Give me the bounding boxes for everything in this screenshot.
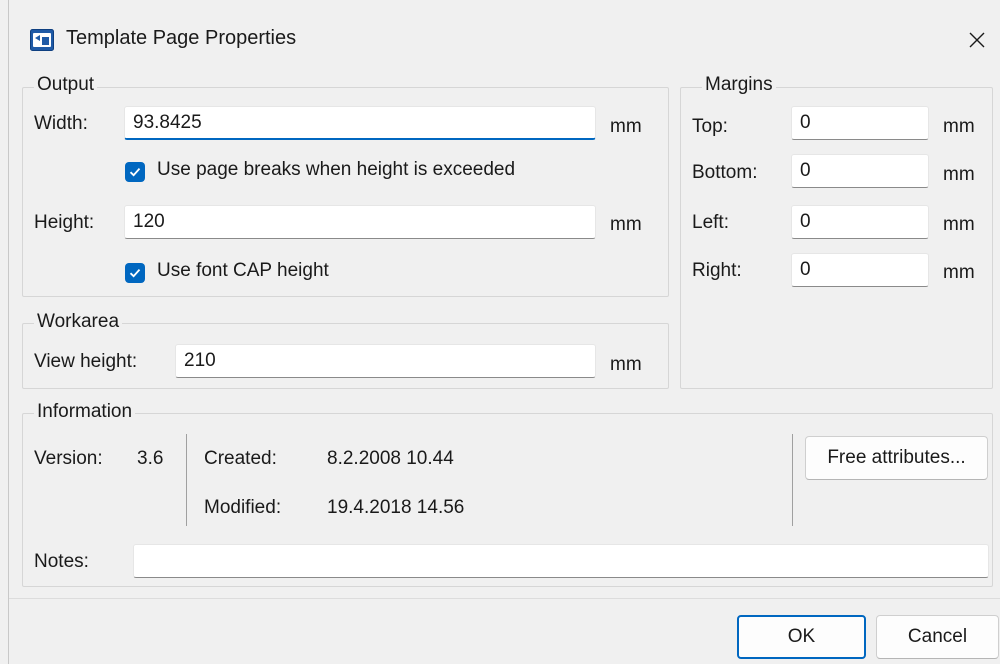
notes-label: Notes:	[34, 551, 89, 572]
right-margin-unit: mm	[943, 262, 975, 283]
width-input[interactable]	[124, 106, 596, 140]
width-unit: mm	[610, 116, 642, 137]
modified-value: 19.4.2018 14.56	[327, 497, 465, 518]
left-margin-unit: mm	[943, 214, 975, 235]
title-bar: Template Page Properties	[9, 0, 1000, 84]
template-page-properties-dialog: Template Page Properties Output Width: m…	[8, 0, 1000, 664]
info-separator-left	[186, 434, 187, 526]
created-value: 8.2.2008 10.44	[327, 448, 454, 469]
version-label: Version:	[34, 448, 103, 469]
close-icon[interactable]	[959, 22, 995, 58]
height-unit: mm	[610, 214, 642, 235]
bottom-margin-unit: mm	[943, 164, 975, 185]
right-margin-label: Right:	[692, 260, 742, 281]
modified-label: Modified:	[204, 497, 282, 518]
page-breaks-label[interactable]: Use page breaks when height is exceeded	[157, 159, 515, 181]
cap-height-checkbox[interactable]	[125, 263, 145, 283]
button-area-separator	[9, 598, 1000, 599]
view-height-label: View height:	[34, 351, 138, 372]
version-value: 3.6	[137, 448, 164, 469]
view-height-unit: mm	[610, 354, 642, 375]
top-margin-label: Top:	[692, 116, 728, 137]
template-page-app-icon	[30, 29, 54, 51]
height-label: Height:	[34, 212, 95, 233]
page-breaks-checkbox[interactable]	[125, 162, 145, 182]
width-label: Width:	[34, 113, 88, 134]
cap-height-label[interactable]: Use font CAP height	[157, 260, 329, 282]
information-legend: Information	[34, 401, 136, 423]
cancel-button[interactable]: Cancel	[876, 615, 999, 659]
bottom-margin-label: Bottom:	[692, 162, 758, 183]
top-margin-input[interactable]	[791, 106, 929, 140]
left-margin-label: Left:	[692, 212, 729, 233]
free-attributes-button[interactable]: Free attributes...	[805, 436, 988, 480]
created-label: Created:	[204, 448, 277, 469]
workarea-legend: Workarea	[34, 311, 123, 333]
ok-button[interactable]: OK	[737, 615, 866, 659]
height-input[interactable]	[124, 205, 596, 239]
margins-legend: Margins	[702, 74, 776, 96]
output-legend: Output	[34, 74, 98, 96]
left-margin-input[interactable]	[791, 205, 929, 239]
bottom-margin-input[interactable]	[791, 154, 929, 188]
view-height-input[interactable]	[175, 344, 596, 378]
notes-input[interactable]	[133, 544, 989, 578]
right-margin-input[interactable]	[791, 253, 929, 287]
top-margin-unit: mm	[943, 116, 975, 137]
dialog-title: Template Page Properties	[66, 27, 297, 49]
info-separator-right	[792, 434, 793, 526]
